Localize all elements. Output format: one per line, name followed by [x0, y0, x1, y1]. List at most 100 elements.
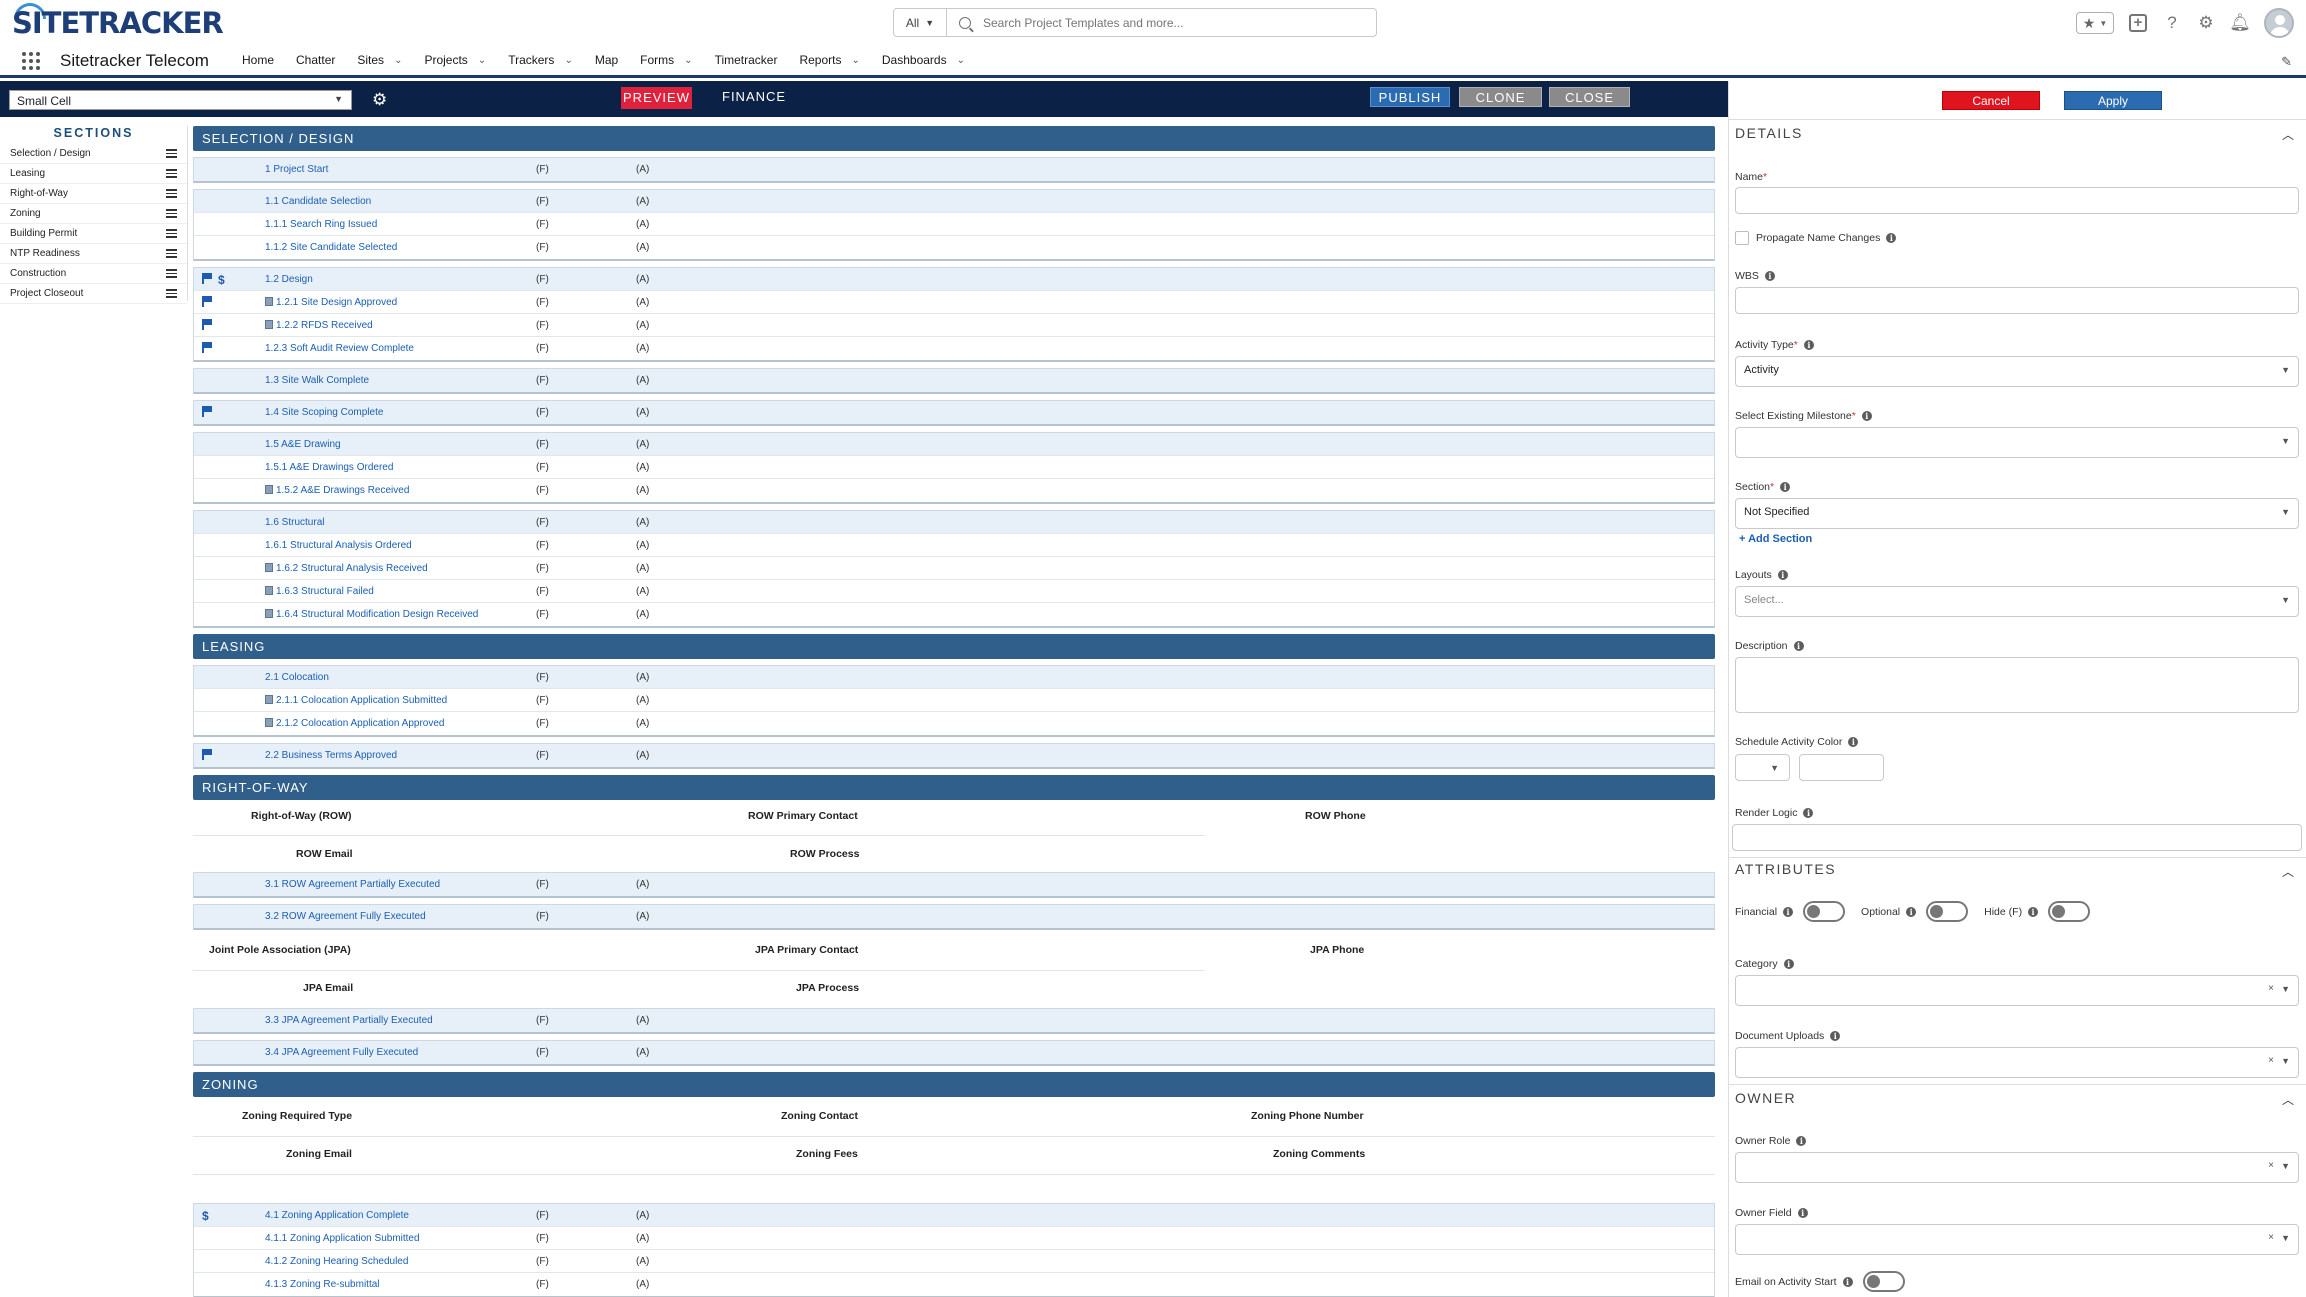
activity-link[interactable]: 4.1.3 Zoning Re-submittal — [265, 1279, 380, 1290]
clear-icon[interactable]: × — [2268, 1232, 2274, 1243]
global-actions-button[interactable]: + — [2128, 13, 2148, 33]
info-icon[interactable]: i — [1783, 959, 1794, 969]
nav-item-timetracker[interactable]: Timetracker — [715, 53, 778, 67]
activity-row[interactable]: 4.1.1 Zoning Application Submitted (F) (A) — [194, 1227, 1714, 1250]
activity-link[interactable]: 2.1 Colocation — [265, 672, 329, 683]
drag-handle-icon[interactable] — [166, 169, 177, 178]
activity-link[interactable]: 1.3 Site Walk Complete — [265, 375, 369, 386]
activity-row[interactable]: 4.1.3 Zoning Re-submittal (F) (A) — [194, 1273, 1714, 1296]
clear-icon[interactable]: × — [2268, 983, 2274, 994]
info-icon[interactable]: i — [1783, 906, 1794, 917]
add-section-link[interactable]: + Add Section — [1739, 533, 1812, 545]
info-icon[interactable]: i — [1797, 1208, 1808, 1218]
section-header[interactable]: SELECTION / DESIGN — [193, 126, 1715, 151]
finance-tab[interactable]: FINANCE — [722, 89, 786, 104]
info-icon[interactable]: i — [1803, 340, 1814, 350]
sitetracker-logo[interactable]: SITETRACKER — [12, 6, 224, 40]
activity-row[interactable]: 4.1.2 Zoning Hearing Scheduled (F) (A) — [194, 1250, 1714, 1273]
info-icon[interactable]: i — [1780, 482, 1791, 492]
clear-icon[interactable]: × — [2268, 1055, 2274, 1066]
activity-link[interactable]: 1 Project Start — [265, 164, 328, 175]
search-input[interactable] — [983, 15, 1343, 30]
section-item[interactable]: Selection / Design — [0, 144, 187, 164]
activity-row[interactable]: 1.2.3 Soft Audit Review Complete (F) (A) — [194, 337, 1714, 360]
activity-link[interactable]: 1.5.1 A&E Drawings Ordered — [265, 462, 393, 473]
layouts-select[interactable]: Select... ▼ — [1735, 586, 2299, 617]
section-select[interactable]: Not Specified ▼ — [1735, 498, 2299, 529]
help-icon[interactable]: ? — [2162, 13, 2182, 33]
activity-row[interactable]: 1.6.2 Structural Analysis Received (F) (A) — [194, 557, 1714, 580]
info-icon[interactable]: i — [1793, 641, 1804, 651]
cancel-button[interactable]: Cancel — [1942, 91, 2040, 110]
clone-button[interactable]: CLONE — [1459, 87, 1542, 107]
activity-row[interactable]: 3.3 JPA Agreement Partially Executed (F) (… — [194, 1009, 1714, 1032]
activity-row[interactable]: 1.1.2 Site Candidate Selected (F) (A) — [194, 236, 1714, 259]
apply-button[interactable]: Apply — [2064, 91, 2162, 110]
activity-row[interactable]: 1.5 A&E Drawing (F) (A) — [194, 433, 1714, 456]
clear-icon[interactable]: × — [2268, 1160, 2274, 1171]
edit-nav-pencil-icon[interactable]: ✎ — [2281, 54, 2292, 70]
activity-row[interactable]: 3.2 ROW Agreement Fully Executed (F) (A) — [194, 905, 1714, 928]
activity-row[interactable]: $4.1 Zoning Application Complete (F) (A) — [194, 1204, 1714, 1227]
optional-toggle[interactable] — [1926, 901, 1969, 922]
activity-link[interactable]: 1.2.1 Site Design Approved — [265, 297, 397, 308]
info-icon[interactable]: i — [1848, 737, 1859, 747]
info-icon[interactable]: i — [1764, 271, 1775, 281]
activity-row[interactable]: 1.3 Site Walk Complete (F) (A) — [194, 369, 1714, 392]
close-button[interactable]: CLOSE — [1549, 87, 1630, 107]
info-icon[interactable]: i — [1803, 808, 1814, 818]
section-item[interactable]: Zoning — [0, 204, 187, 224]
activity-link[interactable]: 3.3 JPA Agreement Partially Executed — [265, 1015, 433, 1026]
activity-row[interactable]: 3.4 JPA Agreement Fully Executed (F) (A) — [194, 1041, 1714, 1064]
activity-link[interactable]: 1.5.2 A&E Drawings Received — [265, 485, 409, 496]
publish-button[interactable]: PUBLISH — [1370, 87, 1450, 107]
section-header[interactable]: LEASING — [193, 634, 1715, 659]
drag-handle-icon[interactable] — [166, 249, 177, 258]
info-icon[interactable]: i — [1906, 906, 1917, 917]
chevron-down-icon[interactable]: ⌄ — [394, 55, 402, 66]
drag-handle-icon[interactable] — [166, 289, 177, 298]
drag-handle-icon[interactable] — [166, 269, 177, 278]
chevron-up-icon[interactable]: ︿ — [2282, 126, 2294, 143]
milestone-select[interactable]: ▼ — [1735, 427, 2299, 458]
activity-link[interactable]: 1.2 Design — [265, 274, 313, 285]
activity-row[interactable]: 1.1.1 Search Ring Issued (F) (A) — [194, 213, 1714, 236]
activity-link[interactable]: 3.2 ROW Agreement Fully Executed — [265, 911, 426, 922]
drag-handle-icon[interactable] — [166, 149, 177, 158]
section-item[interactable]: Right-of-Way — [0, 184, 187, 204]
info-icon[interactable]: i — [1861, 411, 1872, 421]
activity-row[interactable]: 1.6 Structural (F) (A) — [194, 511, 1714, 534]
chevron-down-icon[interactable]: ⌄ — [564, 55, 572, 66]
section-item[interactable]: Construction — [0, 264, 187, 284]
chevron-down-icon[interactable]: ⌄ — [957, 55, 965, 66]
activity-link[interactable]: 1.1.2 Site Candidate Selected — [265, 242, 397, 253]
nav-item-map[interactable]: Map — [595, 53, 618, 67]
favorites-button[interactable]: ★ ▼ — [2076, 12, 2114, 34]
chevron-down-icon[interactable]: ⌄ — [852, 55, 860, 66]
owner-field-select[interactable]: × ▼ — [1735, 1224, 2299, 1255]
activity-row[interactable]: 2.2 Business Terms Approved (F) (A) — [194, 744, 1714, 767]
render-logic-field[interactable] — [1732, 824, 2302, 851]
activity-row[interactable]: 1 Project Start (F) (A) — [194, 158, 1714, 181]
nav-item-dashboards[interactable]: Dashboards ⌄ — [882, 53, 965, 67]
nav-item-trackers[interactable]: Trackers ⌄ — [508, 53, 573, 67]
activity-link[interactable]: 4.1.1 Zoning Application Submitted — [265, 1233, 420, 1244]
activity-row[interactable]: 1.6.4 Structural Modification Design Rec… — [194, 603, 1714, 626]
layout-select[interactable]: Small Cell ▼ — [9, 90, 352, 110]
activity-row[interactable]: 2.1 Colocation (F) (A) — [194, 666, 1714, 689]
chevron-up-icon[interactable]: ︿ — [2282, 863, 2294, 880]
activity-link[interactable]: 4.1 Zoning Application Complete — [265, 1210, 409, 1221]
section-item[interactable]: Building Permit — [0, 224, 187, 244]
category-select[interactable]: × ▼ — [1735, 975, 2299, 1006]
activity-link[interactable]: 3.1 ROW Agreement Partially Executed — [265, 879, 440, 890]
section-item[interactable]: Leasing — [0, 164, 187, 184]
nav-item-reports[interactable]: Reports ⌄ — [799, 53, 859, 67]
activity-link[interactable]: 1.6.1 Structural Analysis Ordered — [265, 540, 412, 551]
drag-handle-icon[interactable] — [166, 209, 177, 218]
activity-link[interactable]: 1.2.2 RFDS Received — [265, 320, 373, 331]
activity-link[interactable]: 2.1.2 Colocation Application Approved — [265, 718, 444, 729]
financial-toggle[interactable] — [1803, 901, 1846, 922]
propagate-name-checkbox[interactable] — [1735, 231, 1749, 245]
activity-row[interactable]: 1.4 Site Scoping Complete (F) (A) — [194, 401, 1714, 424]
activity-row[interactable]: 1.5.1 A&E Drawings Ordered (F) (A) — [194, 456, 1714, 479]
